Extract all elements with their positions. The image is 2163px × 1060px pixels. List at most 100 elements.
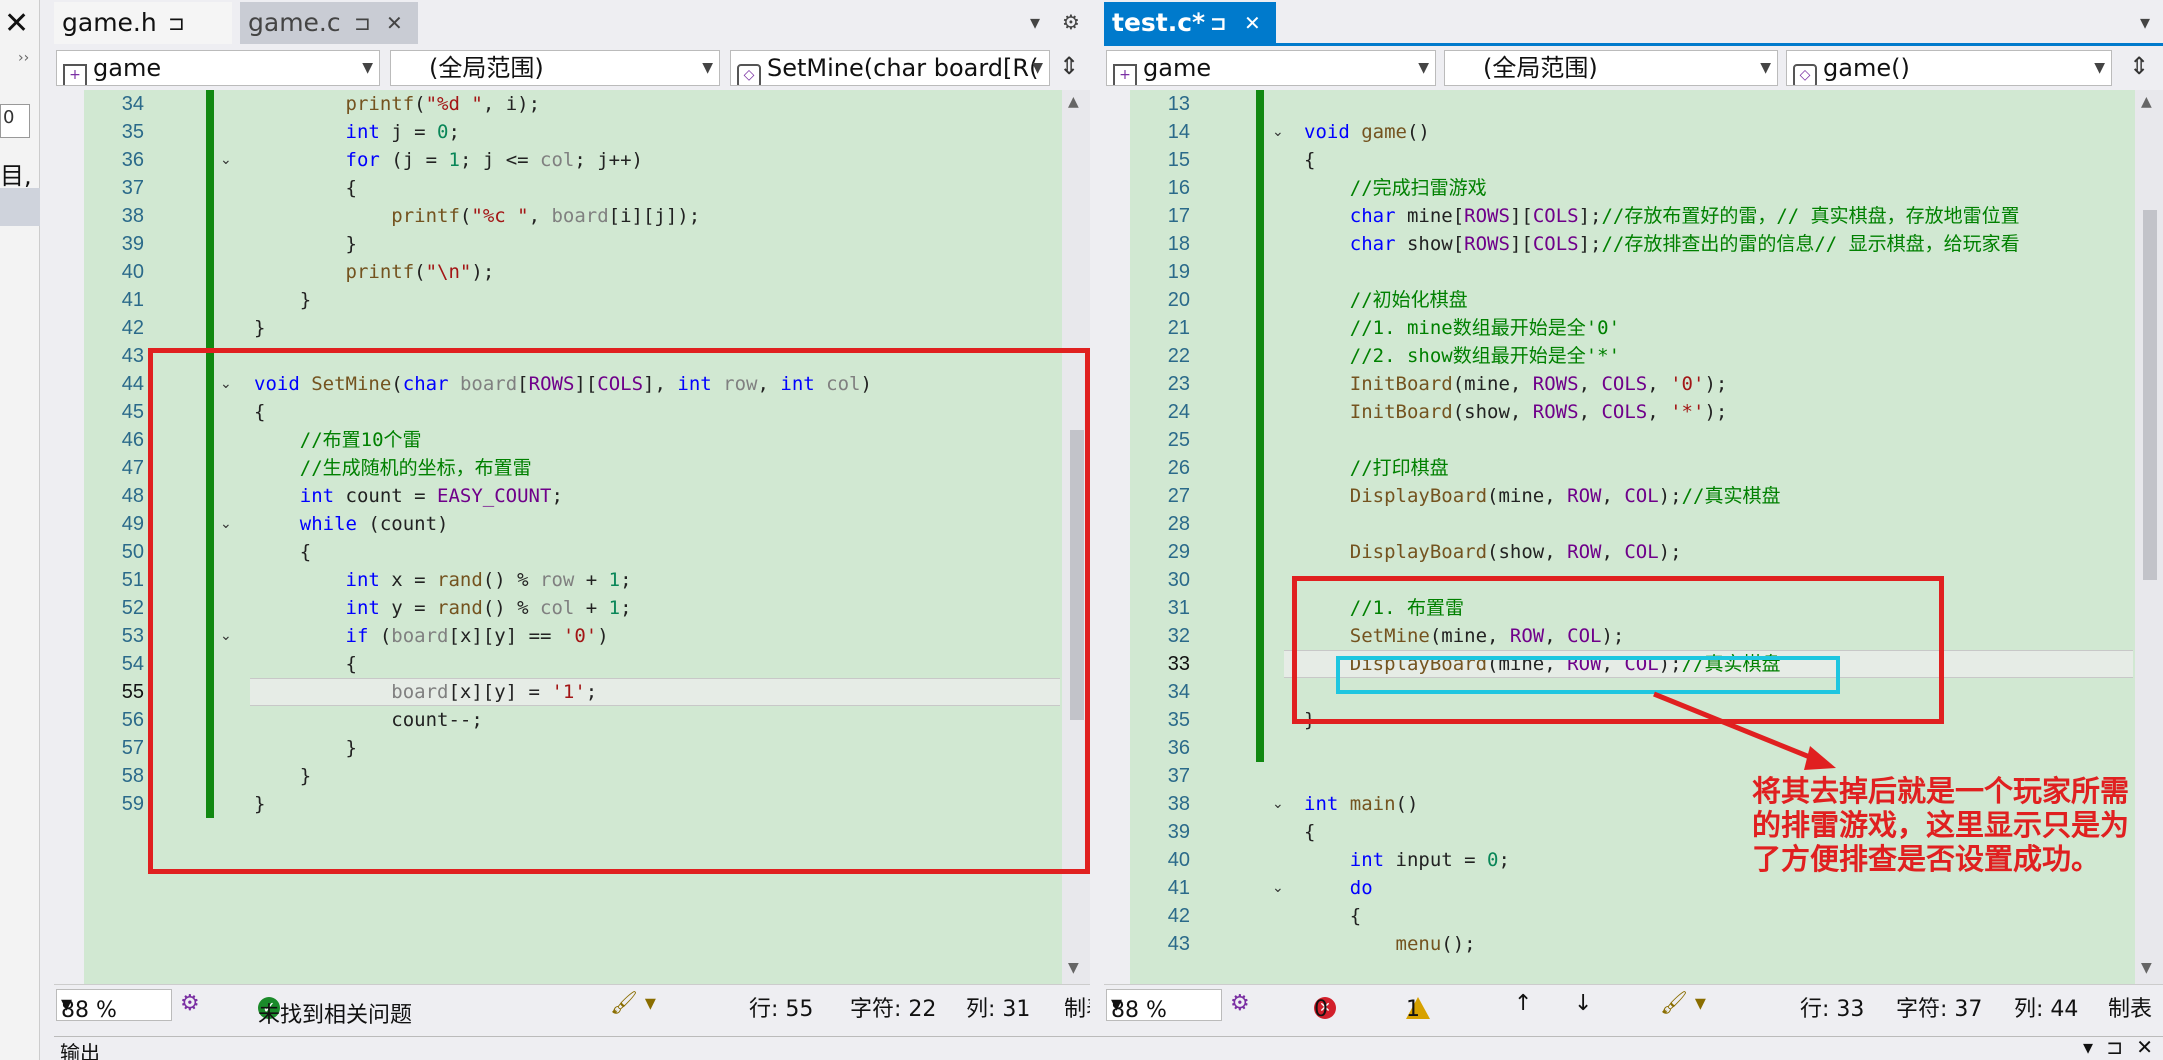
project-dropdown[interactable]: + game ▼ [1106,50,1436,86]
tab-label: test.c* [1112,8,1206,37]
scroll-down-icon[interactable]: ▼ [2141,960,2152,976]
code-line[interactable]: //2. show数组最开始是全'*' [1304,342,1620,370]
zoom-dropdown[interactable]: 88 % ▾ [56,989,172,1023]
close-icon[interactable]: ✕ [386,2,403,44]
output-title: 输出 [60,1041,100,1060]
dropdown-icon[interactable]: ▾ [2083,1035,2093,1059]
chevron-down-icon: ▼ [1418,60,1429,76]
char-indicator: 字符: 22 [850,997,937,1022]
pin-icon[interactable]: ⊐ [354,2,371,44]
intellicode-icon[interactable]: ⚙ [180,991,200,1016]
vertical-scrollbar[interactable]: ▲ ▼ [2135,90,2163,984]
scope-dropdown[interactable]: (全局范围) ▼ [390,50,720,86]
close-icon[interactable]: ✕ [2136,1035,2153,1059]
nav-bar: + game ▼ (全局范围) ▼ ◇ SetMine(char board[R(▼ ⇕ [54,46,1090,90]
overflow-icon[interactable]: ›› [18,50,29,66]
tab-label: game.h [62,8,157,37]
cleanup-icon[interactable]: 🖌 ▾ [1660,991,1706,1016]
code-line[interactable]: { [1304,902,1361,930]
chevron-down-icon: ▼ [1032,60,1043,76]
vs-window: ✕ ›› 0 目, game.h ⊐ game.c ⊐ ✕ ▾ ⚙ + game ▼ [0,0,2163,1060]
prev-arrow-icon[interactable]: ↑ [1514,991,1532,1016]
code-line[interactable]: //打印棋盘 [1304,454,1449,482]
project-dropdown[interactable]: + game ▼ [56,50,380,86]
chevron-down-icon: ▼ [362,60,373,76]
highlight-box-setmine [148,348,1090,874]
cleanup-icon[interactable]: 🖌 ▾ [610,991,656,1016]
tab-bar: game.h ⊐ game.c ⊐ ✕ ▾ ⚙ [54,0,1090,44]
output-panel-header[interactable]: 输出 ▾ ⊐ ✕ [54,1035,2163,1060]
pin-icon[interactable]: ⊐ [1210,2,1227,44]
change-tracking-bar [1256,90,1264,762]
code-line[interactable]: //初始化棋盘 [1304,286,1468,314]
member-dropdown[interactable]: ◇ SetMine(char board[R(▼ [730,50,1050,86]
code-line[interactable]: char mine[ROWS][COLS];//存放布置好的雷，// 真实棋盘，… [1304,202,2020,230]
code-line[interactable]: int j = 0; [254,118,460,146]
split-icon[interactable]: ⇕ [2124,52,2154,86]
strip-text: 目, [0,162,32,190]
code-line[interactable]: } [254,314,265,342]
code-line[interactable]: { [254,174,357,202]
dropdown-icon[interactable]: ▾ [1030,10,1040,34]
code-line[interactable]: DisplayBoard(show, ROW, COL); [1304,538,1682,566]
code-line[interactable]: { [1304,146,1315,174]
annotation-arrow [1653,691,1836,770]
pin-icon[interactable]: ⊐ [2106,1035,2123,1059]
code-line[interactable]: } [254,230,357,258]
scroll-thumb[interactable] [2143,210,2157,580]
scroll-up-icon[interactable]: ▲ [2141,94,2152,110]
intellicode-icon[interactable]: ⚙ [1230,991,1250,1016]
code-line[interactable]: InitBoard(mine, ROWS, COLS, '0'); [1304,370,1728,398]
code-line[interactable]: int main() [1304,790,1418,818]
strip-combo[interactable]: 0 [0,104,30,138]
code-line[interactable]: printf("%c ", board[i][j]); [254,202,700,230]
method-icon: ◇ [737,64,761,85]
solution-panel-strip: ✕ ›› 0 目, [0,0,40,1060]
tab-label: game.c [248,8,341,37]
zoom-dropdown[interactable]: 88 % ▾ [1106,989,1222,1023]
strip-selected-item[interactable] [0,188,40,226]
close-icon[interactable]: ✕ [1244,2,1261,44]
dropdown-icon[interactable]: ▾ [2140,10,2150,34]
highlight-box-display-line [1336,656,1840,694]
line-indicator: 行: 33 [1800,997,1865,1022]
pin-icon[interactable]: ⊐ [168,2,185,44]
close-icon[interactable]: ✕ [4,6,29,41]
next-arrow-icon[interactable]: ↓ [1574,991,1592,1016]
member-dropdown[interactable]: ◇ game() ▼ [1786,50,2112,86]
status-bar: 88 % ▾ ⚙ ✕ 0 1 ↑ ↓ 🖌 ▾ 行: 33 字符: 37 列: 4… [1104,984,2163,1024]
code-line[interactable]: int input = 0; [1304,846,1510,874]
status-bar: 88 % ▾ ⚙ ✓ 未找到相关问题 🖌 ▾ 行: 55 字符: 22 列: 3… [54,984,1090,1028]
indent-indicator[interactable]: 制表 [2108,991,2152,1023]
code-line[interactable]: do [1304,874,1373,902]
code-line[interactable]: } [254,286,311,314]
tab-game-h[interactable]: game.h ⊐ [54,2,232,44]
annotation-text: 将其去掉后就是一个玩家所需 的排雷游戏，这里显示只是为 了方便排查是否设置成功。 [1752,774,2130,876]
code-line[interactable]: menu(); [1304,930,1476,958]
code-line[interactable]: //1. mine数组最开始是全'0' [1304,314,1620,342]
code-line[interactable]: //完成扫雷游戏 [1304,174,1487,202]
chevron-down-icon: ▼ [2094,60,2105,76]
scroll-up-icon[interactable]: ▲ [1068,94,1079,110]
chevron-down-icon: ▼ [1760,60,1771,76]
code-line[interactable]: for (j = 1; j <= col; j++) [254,146,643,174]
gear-icon[interactable]: ⚙ [1062,10,1080,34]
split-icon[interactable]: ⇕ [1054,52,1084,86]
code-line[interactable]: char show[ROWS][COLS];//存放排查出的雷的信息// 显示棋… [1304,230,2020,258]
code-line[interactable]: void game() [1304,118,1430,146]
tab-test-c[interactable]: test.c* ⊐ ✕ [1104,2,1276,44]
project-icon: + [63,64,87,85]
line-indicator: 行: 55 [749,997,814,1022]
editor-pane-test-c: test.c* ⊐ ✕ ▾ + game ▼ (全局范围) ▼ ◇ game() ▼ ⇕ … [1104,0,2163,1036]
code-line[interactable]: printf("%d ", i); [254,90,541,118]
code-line[interactable]: DisplayBoard(mine, ROW, COL);//真实棋盘 [1304,482,1781,510]
indent-indicator[interactable]: 制表 [1064,991,1090,1023]
code-line[interactable]: InitBoard(show, ROWS, COLS, '*'); [1304,398,1728,426]
code-line[interactable]: printf("\n"); [254,258,495,286]
scope-dropdown[interactable]: (全局范围) ▼ [1444,50,1778,86]
tab-game-c[interactable]: game.c ⊐ ✕ [240,2,418,44]
scroll-down-icon[interactable]: ▼ [1068,960,1079,976]
col-indicator: 列: 31 [966,997,1031,1022]
code-line[interactable]: { [1304,818,1315,846]
project-icon: + [1113,64,1137,85]
